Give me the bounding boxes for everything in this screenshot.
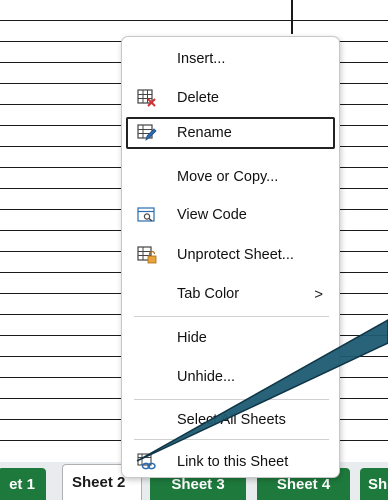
callout-pointer xyxy=(136,319,388,462)
callout-pointer-shape xyxy=(136,319,388,462)
